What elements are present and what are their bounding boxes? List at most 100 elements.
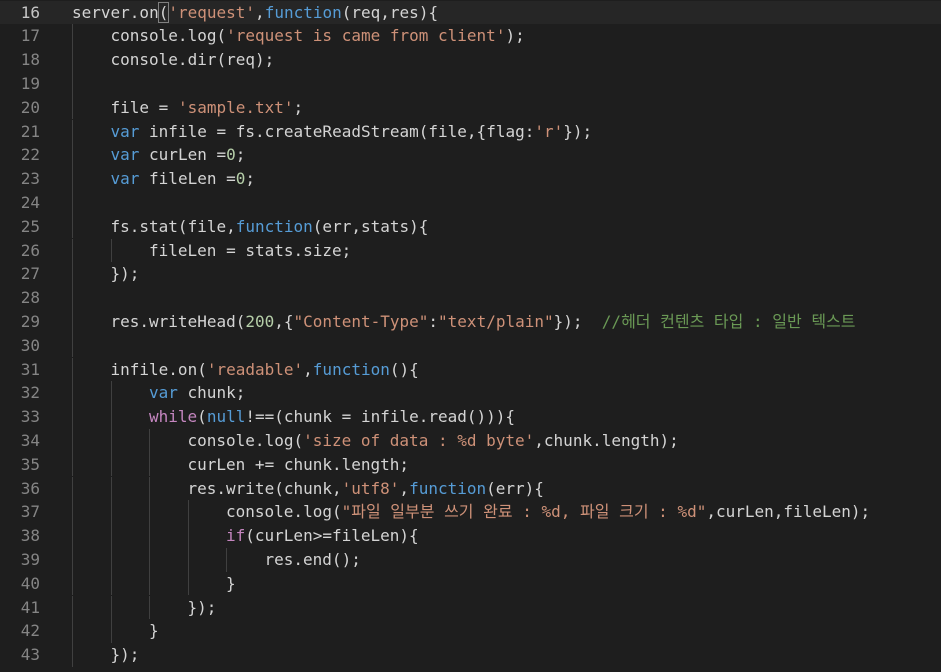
code-text: console.log("파일 일부분 쓰기 완료 : %d, 파일 크기 : …: [226, 500, 870, 524]
code-line[interactable]: 22 var curLen =0;: [0, 143, 941, 168]
code-token: });: [110, 645, 140, 665]
indent-guide: [72, 381, 73, 406]
code-token: infile.on(: [110, 359, 207, 379]
code-line[interactable]: 20 file = 'sample.txt';: [0, 95, 941, 120]
line-number: 20: [20, 97, 40, 117]
code-line[interactable]: 24: [0, 190, 941, 215]
line-number: 35: [20, 454, 40, 474]
indent-guide: [72, 619, 73, 644]
code-token: (curLen>=fileLen){: [245, 526, 419, 546]
code-line[interactable]: 30: [0, 333, 941, 358]
line-number: 34: [20, 430, 40, 450]
code-token: if: [226, 526, 246, 546]
code-token: 'size of data : %d byte': [303, 430, 535, 450]
code-line[interactable]: 33 while(null!==(chunk = infile.read())){: [0, 405, 941, 429]
code-line[interactable]: 27});: [0, 262, 941, 287]
code-line[interactable]: 43});: [0, 643, 941, 667]
indent-guide: [72, 405, 73, 429]
code-line[interactable]: 41});: [0, 595, 941, 620]
code-token: ,: [399, 478, 410, 498]
code-text: var fileLen =0;: [111, 167, 256, 191]
line-number: 30: [20, 335, 40, 355]
code-line[interactable]: 32 var chunk;: [0, 381, 941, 406]
line-number: 25: [20, 216, 40, 236]
line-number: 23: [20, 169, 40, 189]
code-text: file = 'sample.txt';: [111, 96, 304, 120]
line-number: 43: [20, 645, 40, 665]
indent-guide: [110, 428, 112, 453]
code-token: :: [428, 311, 439, 331]
code-token: 200: [245, 311, 275, 331]
code-line[interactable]: 18 console.dir(req);: [0, 48, 941, 72]
indent-guide: [149, 595, 150, 620]
code-line[interactable]: 28: [0, 286, 941, 310]
code-line[interactable]: 19: [0, 71, 941, 96]
indent-guide: [149, 547, 150, 572]
code-token: 'sample.txt': [177, 97, 294, 117]
code-token: 'request': [168, 2, 256, 22]
code-token: (: [157, 1, 170, 23]
code-line[interactable]: 29 res.writeHead(200,{"Content-Type":"tex…: [0, 309, 941, 334]
code-text: infile.on('readable',function(){: [111, 358, 419, 382]
code-line[interactable]: 36 res.write(chunk,'utf8',function(err){: [0, 476, 941, 501]
indent-guide: [149, 452, 150, 477]
code-line[interactable]: 25 fs.stat(file,function(err,stats){: [0, 214, 941, 239]
code-line[interactable]: 38 if(curLen>=fileLen){: [0, 524, 941, 548]
indent-guide: [149, 476, 150, 501]
indent-guide: [110, 476, 112, 501]
code-line[interactable]: 40}: [0, 571, 941, 596]
line-number: 31: [20, 359, 40, 379]
code-token: chunk;: [177, 383, 246, 403]
indent-guide: [72, 262, 73, 287]
code-line[interactable]: 17 console.log('request is came from clie…: [0, 24, 941, 49]
code-line[interactable]: 42}: [0, 619, 941, 644]
indent-guide: [110, 500, 112, 525]
code-line[interactable]: 16 server.on('request',function(req,res){: [0, 0, 941, 25]
code-text: console.log('request is came from client…: [111, 24, 525, 48]
indent-guide: [149, 571, 150, 596]
indent-guide: [110, 547, 112, 572]
line-number: 16: [20, 2, 40, 22]
indent-guide: [72, 333, 73, 358]
code-token: "Content-Type": [293, 311, 429, 331]
indent-guide: [72, 119, 73, 144]
code-line[interactable]: 26 fileLen = stats.size;: [0, 238, 941, 263]
code-text: console.dir(req);: [111, 48, 275, 72]
code-line[interactable]: 21 var infile = fs.createReadStream(file,…: [0, 119, 941, 144]
indent-guide: [110, 619, 112, 644]
indent-guide: [72, 24, 73, 49]
indent-guide: [187, 500, 189, 525]
code-token: });: [563, 121, 593, 141]
indent-guide: [72, 476, 73, 501]
code-line[interactable]: 35 curLen += chunk.length;: [0, 452, 941, 477]
code-token: 'utf8': [341, 478, 400, 498]
code-token: console.log(: [110, 26, 227, 46]
code-line[interactable]: 23 var fileLen =0;: [0, 167, 941, 191]
code-token: var: [110, 169, 140, 189]
code-token: (: [197, 407, 207, 427]
code-text: fs.stat(file,function(err,stats){: [111, 215, 429, 239]
code-token: curLen += chunk.length;: [187, 454, 410, 474]
code-token: null: [206, 407, 246, 427]
code-line[interactable]: 31 infile.on('readable',function(){: [0, 357, 941, 382]
code-token: fileLen = stats.size;: [149, 240, 352, 260]
code-token: //헤더 컨텐츠 타입 : 일반 텍스트: [601, 311, 856, 331]
line-number: 24: [20, 192, 40, 212]
code-token: 0: [226, 145, 236, 165]
indent-guide: [72, 286, 73, 310]
code-token: });: [110, 264, 140, 284]
code-token: ,curLen,fileLen);: [706, 502, 871, 522]
indent-guide: [149, 428, 150, 453]
line-number: 22: [20, 145, 40, 165]
line-number: 32: [20, 383, 40, 403]
indent-guide: [72, 309, 73, 334]
indent-guide: [72, 71, 73, 96]
code-line[interactable]: 39 res.end();: [0, 547, 941, 572]
code-line[interactable]: 34 console.log('size of data : %d byte',c…: [0, 428, 941, 453]
indent-guide: [72, 524, 73, 548]
code-line[interactable]: 37 console.log("파일 일부분 쓰기 완료 : %d, 파일 크기 …: [0, 500, 941, 525]
code-token: });: [553, 311, 602, 331]
line-number: 42: [20, 621, 40, 641]
indent-guide: [187, 524, 189, 548]
indent-guide: [72, 167, 73, 191]
